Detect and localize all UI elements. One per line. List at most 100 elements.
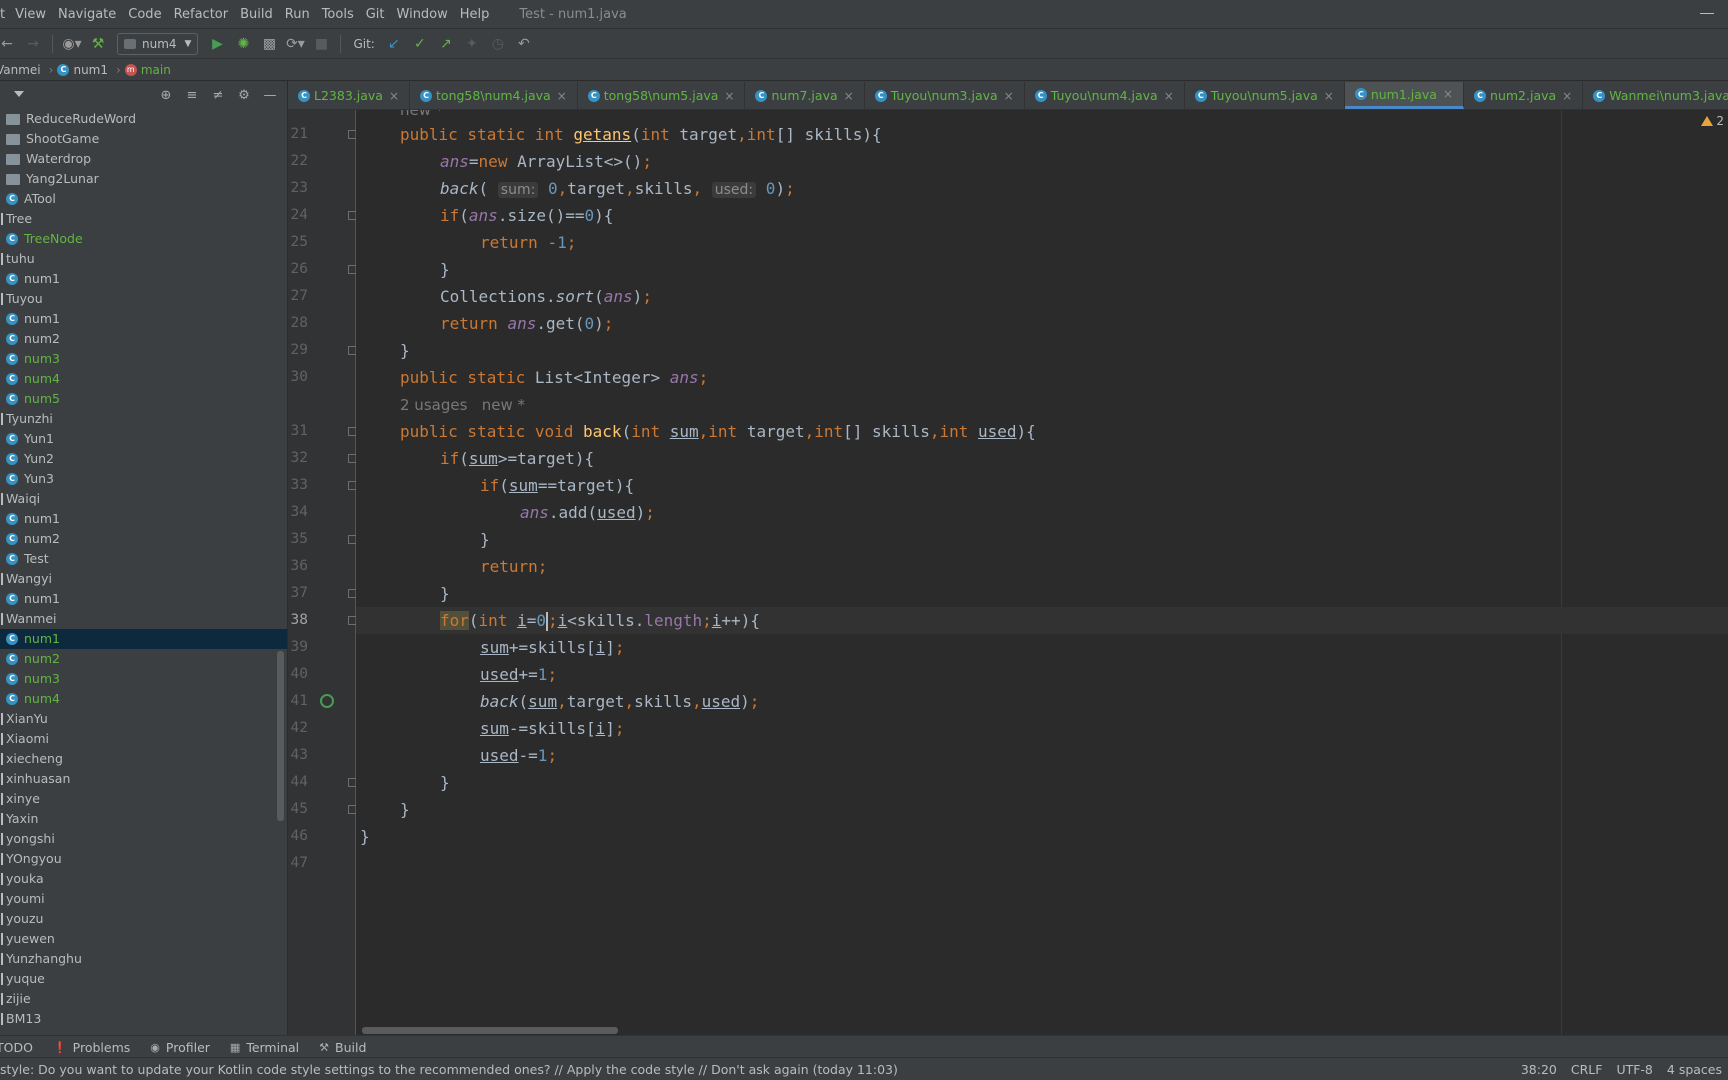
tree-item[interactable]: Cnum1 [0,629,287,649]
user-icon[interactable]: ◉▾ [61,33,83,55]
tool-profiler[interactable]: ◉ Profiler [150,1040,210,1055]
tree-item[interactable]: BM13 [0,1009,287,1029]
editor-tab[interactable]: Ctong58\num5.java × [578,82,746,109]
menu-view[interactable]: View [9,7,52,22]
close-icon[interactable]: × [844,89,854,103]
tree-item[interactable]: Cnum4 [0,689,287,709]
hide-icon[interactable]: — [261,86,279,104]
git-rollback-icon[interactable]: ↶ [513,33,535,55]
inspection-widget[interactable]: 2 [1701,114,1724,128]
tree-item[interactable]: ReduceRudeWord [0,109,287,129]
line-number[interactable]: 24 [288,202,308,229]
tree-item[interactable]: XianYu [0,709,287,729]
tree-item[interactable]: C Test [0,549,287,569]
tree-item[interactable]: Wangyi [0,569,287,589]
gear-icon[interactable]: ⚙ [235,86,253,104]
line-number[interactable]: 39 [288,634,308,661]
editor-tab[interactable]: C L2383.java × [288,82,411,109]
tree-item[interactable]: Cnum5 [0,389,287,409]
tree-item[interactable]: Cnum2 [0,649,287,669]
tool-todo[interactable]: TODO [0,1040,33,1055]
tool-problems[interactable]: ❗ Problems [53,1040,130,1055]
menu-run[interactable]: Run [279,7,316,22]
menu-file-partial[interactable]: t [0,7,9,22]
locate-icon[interactable]: ⊕ [157,86,175,104]
stop-icon[interactable]: ■ [310,33,332,55]
status-message[interactable]: style: Do you want to update your Kotlin… [0,1062,898,1077]
file-encoding[interactable]: UTF-8 [1616,1062,1652,1077]
tree-item[interactable]: Cnum1 [0,309,287,329]
collapse-all-icon[interactable]: ≠ [209,86,227,104]
git-history-icon[interactable]: ◷ [487,33,509,55]
git-compare-icon[interactable]: ✦ [461,33,483,55]
menu-refactor[interactable]: Refactor [168,7,235,22]
tree-item[interactable]: xiecheng [0,749,287,769]
line-number[interactable]: 43 [288,742,308,769]
breadcrumb-class[interactable]: C num1 [57,63,108,77]
sidebar-scrollbar[interactable] [277,651,284,821]
tree-item[interactable]: Cnum2 [0,529,287,549]
tree-item[interactable]: yuewen [0,929,287,949]
editor-tab[interactable]: CWanmei\num3.java× [1583,82,1728,109]
tree-item[interactable]: zijie [0,989,287,1009]
line-number[interactable]: 46 [288,823,308,850]
line-number[interactable]: 38 [288,607,308,634]
run-config-dropdown[interactable]: num4 ▼ [117,32,199,55]
menu-code[interactable]: Code [122,7,167,22]
line-number[interactable]: 28 [288,310,308,337]
breadcrumb-package[interactable]: Vanmei [0,63,41,77]
line-number[interactable]: 44 [288,769,308,796]
close-icon[interactable]: × [557,89,567,103]
tree-item[interactable]: Cnum2 [0,329,287,349]
indent-setting[interactable]: 4 spaces [1667,1062,1722,1077]
close-icon[interactable]: × [1164,89,1174,103]
menu-git[interactable]: Git [360,7,391,22]
editor-tab[interactable]: Cnum7.java × [745,82,865,109]
line-number[interactable]: 26 [288,256,308,283]
tree-item[interactable]: C TreeNode [0,229,287,249]
chevron-down-icon[interactable] [14,91,24,97]
tree-item[interactable]: yongshi [0,829,287,849]
git-push-icon[interactable]: ↗ [435,33,457,55]
git-commit-icon[interactable]: ✓ [409,33,431,55]
debug-icon[interactable]: ✺ [232,33,254,55]
build-hammer-icon[interactable]: ⚒ [87,33,109,55]
tree-item[interactable]: youka [0,869,287,889]
menu-navigate[interactable]: Navigate [52,7,122,22]
tool-terminal[interactable]: ▦ Terminal [230,1040,299,1055]
line-number[interactable]: 41 [288,688,308,715]
minimize-icon[interactable] [1700,13,1714,14]
line-number[interactable]: 29 [288,337,308,364]
tree-item[interactable]: Wanmei [0,609,287,629]
line-number[interactable]: 40 [288,661,308,688]
tree-item[interactable]: YOngyou [0,849,287,869]
editor-tab[interactable]: Cnum2.java × [1464,82,1584,109]
breadcrumb-method[interactable]: m main [124,63,171,77]
tool-build[interactable]: ⚒ Build [319,1040,366,1055]
run-icon[interactable]: ▶ [206,33,228,55]
editor-tab[interactable]: C Tuyou\num4.java × [1025,82,1185,109]
tree-item[interactable]: Cnum3 [0,349,287,369]
editor-tab[interactable]: C Tuyou\num3.java × [865,82,1025,109]
tree-item[interactable]: Yang2Lunar [0,169,287,189]
line-number[interactable]: 30 [288,364,308,391]
tree-item[interactable]: Tyunzhi [0,409,287,429]
line-number[interactable]: 45 [288,796,308,823]
tree-item[interactable]: Cnum1 [0,509,287,529]
tree-item[interactable]: Cnum1 [0,589,287,609]
coverage-icon[interactable]: ▩ [258,33,280,55]
tree-item[interactable]: C Yun1 [0,429,287,449]
profile-icon[interactable]: ⟳▾ [284,33,306,55]
tree-item[interactable]: youzu [0,909,287,929]
tree-item[interactable]: Yaxin [0,809,287,829]
line-number[interactable]: 35 [288,526,308,553]
line-number[interactable]: 23 [288,175,308,202]
line-number[interactable]: 27 [288,283,308,310]
caret-position[interactable]: 38:20 [1521,1062,1557,1077]
tree-item[interactable]: Xiaomi [0,729,287,749]
tree-item[interactable]: xinye [0,789,287,809]
tree-item[interactable]: Cnum4 [0,369,287,389]
expand-all-icon[interactable]: ≡ [183,86,201,104]
tree-item[interactable]: C Yun3 [0,469,287,489]
menu-help[interactable]: Help [454,7,496,22]
